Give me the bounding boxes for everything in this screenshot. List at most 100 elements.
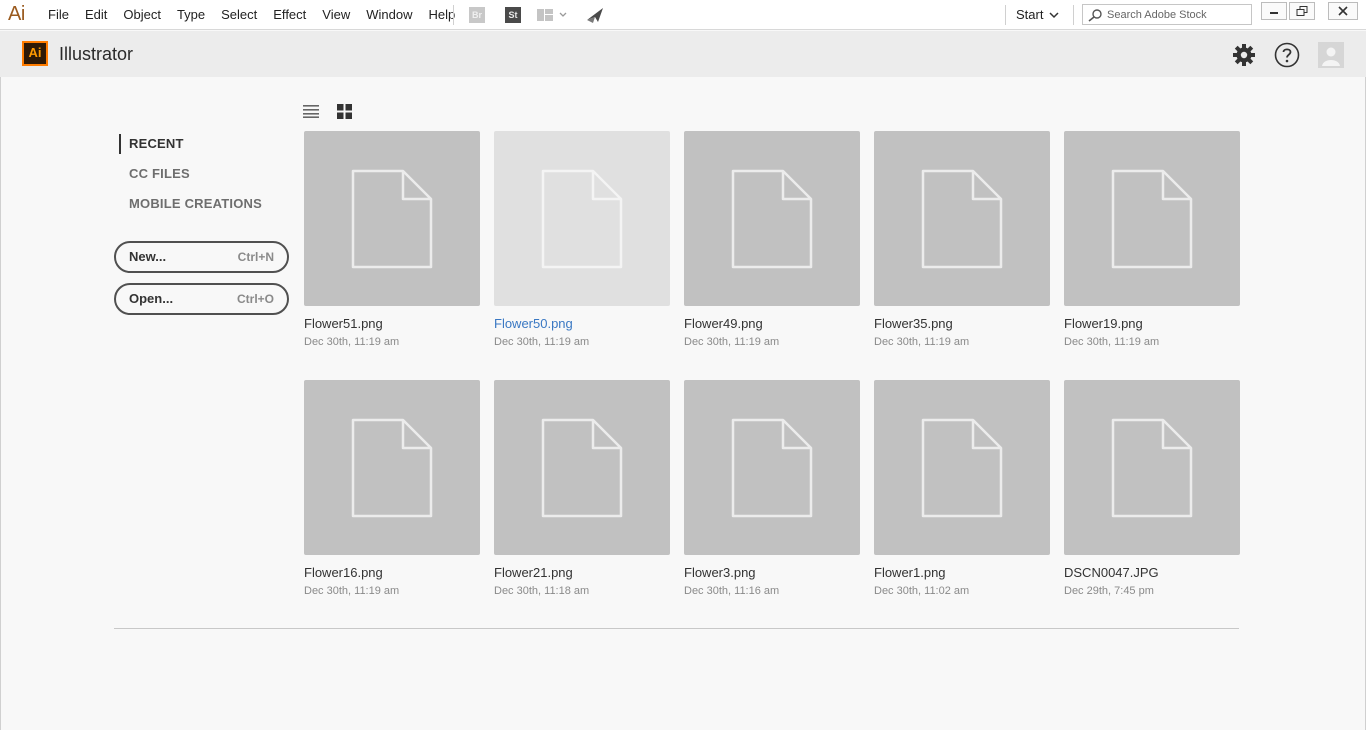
- recent-file-card[interactable]: Flower19.png Dec 30th, 11:19 am: [1064, 131, 1240, 351]
- file-thumbnail[interactable]: [684, 131, 860, 306]
- document-icon: [541, 418, 623, 518]
- close-icon: [1338, 6, 1348, 16]
- recent-file-card[interactable]: Flower51.png Dec 30th, 11:19 am: [304, 131, 480, 351]
- avatar-icon[interactable]: [1318, 42, 1344, 68]
- minimize-icon: [1270, 12, 1278, 14]
- menu-separator: [1005, 5, 1006, 25]
- menu-separator: [453, 5, 454, 25]
- document-icon: [921, 418, 1003, 518]
- section-divider: [114, 628, 1239, 629]
- file-date: Dec 30th, 11:18 am: [494, 585, 590, 597]
- file-date: Dec 30th, 11:19 am: [684, 336, 780, 348]
- menu-bar: Ai File Edit Object Type Select Effect V…: [0, 0, 1366, 30]
- recent-file-card[interactable]: Flower21.png Dec 30th, 11:18 am: [494, 380, 670, 600]
- menu-effect[interactable]: Effect: [265, 0, 314, 30]
- file-thumbnail[interactable]: [874, 380, 1050, 555]
- file-thumbnail[interactable]: [874, 131, 1050, 306]
- file-date: Dec 30th, 11:19 am: [1064, 336, 1160, 348]
- open-button-label: Open...: [129, 291, 174, 306]
- file-date: Dec 30th, 11:16 am: [684, 585, 780, 597]
- new-button[interactable]: New... Ctrl+N: [114, 241, 289, 273]
- chevron-down-icon: [1049, 12, 1059, 19]
- document-icon: [921, 169, 1003, 269]
- menu-window[interactable]: Window: [358, 0, 420, 30]
- document-icon: [351, 169, 433, 269]
- file-date: Dec 30th, 11:19 am: [494, 336, 590, 348]
- search-icon: [1088, 9, 1102, 22]
- recent-file-card[interactable]: Flower49.png Dec 30th, 11:19 am: [684, 131, 860, 351]
- document-icon: [541, 169, 623, 269]
- file-name[interactable]: Flower19.png: [1064, 316, 1143, 331]
- file-name[interactable]: Flower1.png: [874, 565, 946, 580]
- file-thumbnail[interactable]: [1064, 131, 1240, 306]
- gpu-performance-icon[interactable]: [586, 6, 604, 24]
- menu-view[interactable]: View: [314, 0, 358, 30]
- minimize-button[interactable]: [1261, 2, 1287, 20]
- file-name[interactable]: Flower51.png: [304, 316, 383, 331]
- menu-edit[interactable]: Edit: [77, 0, 115, 30]
- file-name[interactable]: Flower3.png: [684, 565, 756, 580]
- nav-cc-files[interactable]: CC FILES: [119, 164, 262, 194]
- illustrator-logo: Ai: [22, 41, 48, 66]
- document-icon: [731, 418, 813, 518]
- menu-type[interactable]: Type: [169, 0, 213, 30]
- stock-icon[interactable]: St: [505, 7, 521, 23]
- document-icon: [731, 169, 813, 269]
- app-title: Illustrator: [59, 44, 134, 64]
- document-icon: [1111, 169, 1193, 269]
- gear-icon[interactable]: [1231, 42, 1257, 68]
- list-view-icon[interactable]: [303, 104, 319, 118]
- recent-file-card[interactable]: DSCN0047.JPG Dec 29th, 7:45 pm: [1064, 380, 1240, 600]
- stock-search-box[interactable]: [1082, 4, 1252, 25]
- menu-select[interactable]: Select: [213, 0, 265, 30]
- close-button[interactable]: [1328, 2, 1358, 20]
- file-name[interactable]: Flower35.png: [874, 316, 953, 331]
- recent-file-card[interactable]: Flower50.png Dec 30th, 11:19 am: [494, 131, 670, 351]
- recent-file-card[interactable]: Flower1.png Dec 30th, 11:02 am: [874, 380, 1050, 600]
- side-navigation: RECENT CC FILES MOBILE CREATIONS: [119, 134, 262, 224]
- file-name[interactable]: DSCN0047.JPG: [1064, 565, 1159, 580]
- menu-file[interactable]: File: [40, 0, 77, 30]
- open-button[interactable]: Open... Ctrl+O: [114, 283, 289, 315]
- file-thumbnail[interactable]: [494, 131, 670, 306]
- new-button-label: New...: [129, 249, 167, 264]
- menu-list: File Edit Object Type Select Effect View…: [40, 0, 463, 30]
- workspace-switcher[interactable]: Start: [1016, 0, 1059, 30]
- file-thumbnail[interactable]: [304, 380, 480, 555]
- recent-file-card[interactable]: Flower16.png Dec 30th, 11:19 am: [304, 380, 480, 600]
- file-thumbnail[interactable]: [684, 380, 860, 555]
- file-date: Dec 30th, 11:19 am: [874, 336, 970, 348]
- app-logo: Ai: [8, 3, 25, 25]
- restore-icon: [1296, 6, 1308, 16]
- file-date: Dec 30th, 11:19 am: [304, 336, 400, 348]
- help-icon[interactable]: [1274, 42, 1300, 68]
- file-name[interactable]: Flower50.png: [494, 316, 573, 331]
- file-date: Dec 30th, 11:19 am: [304, 585, 400, 597]
- document-icon: [1111, 418, 1193, 518]
- file-name[interactable]: Flower16.png: [304, 565, 383, 580]
- document-icon: [351, 418, 433, 518]
- new-button-shortcut: Ctrl+N: [237, 250, 274, 264]
- recent-file-card[interactable]: Flower3.png Dec 30th, 11:16 am: [684, 380, 860, 600]
- workspace-label: Start: [1016, 7, 1044, 22]
- start-workspace: RECENT CC FILES MOBILE CREATIONS New... …: [0, 77, 1366, 730]
- arrange-documents-icon[interactable]: [537, 8, 567, 22]
- file-name[interactable]: Flower49.png: [684, 316, 763, 331]
- grid-view-icon[interactable]: [337, 104, 352, 119]
- search-input[interactable]: [1107, 7, 1247, 22]
- file-thumbnail[interactable]: [304, 131, 480, 306]
- nav-recent[interactable]: RECENT: [119, 134, 262, 154]
- file-date: Dec 29th, 7:45 pm: [1064, 585, 1154, 597]
- nav-mobile-creations[interactable]: MOBILE CREATIONS: [119, 194, 262, 224]
- menu-object[interactable]: Object: [115, 0, 169, 30]
- menu-separator: [1073, 5, 1074, 25]
- menu-help[interactable]: Help: [420, 0, 463, 30]
- file-thumbnail[interactable]: [494, 380, 670, 555]
- app-header: Ai Illustrator: [0, 31, 1366, 77]
- file-name[interactable]: Flower21.png: [494, 565, 573, 580]
- recent-file-card[interactable]: Flower35.png Dec 30th, 11:19 am: [874, 131, 1050, 351]
- file-thumbnail[interactable]: [1064, 380, 1240, 555]
- bridge-icon[interactable]: Br: [469, 7, 485, 23]
- file-date: Dec 30th, 11:02 am: [874, 585, 970, 597]
- restore-button[interactable]: [1289, 2, 1315, 20]
